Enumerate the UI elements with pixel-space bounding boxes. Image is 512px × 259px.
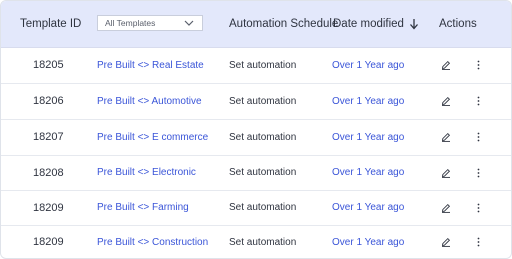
date-modified-cell: Over 1 Year ago: [332, 167, 405, 178]
template-id-cell: 18208: [33, 166, 64, 179]
more-options-button[interactable]: [473, 47, 483, 83]
table-header: Template ID All Templates Automation Sch…: [1, 1, 511, 48]
table-row: 18206 Pre Built <> Automotive Set automati…: [1, 83, 511, 120]
automation-schedule-cell[interactable]: Set automation: [229, 47, 296, 83]
automation-schedule-cell[interactable]: Set automation: [229, 119, 296, 155]
more-vertical-icon: [477, 203, 479, 212]
edit-button[interactable]: [440, 83, 452, 119]
more-options-button[interactable]: [473, 119, 483, 155]
chevron-down-icon: [184, 20, 194, 26]
automation-schedule-cell[interactable]: Set automation: [229, 83, 296, 119]
column-header-template-id[interactable]: Template ID: [20, 1, 81, 47]
more-options-button[interactable]: [473, 155, 483, 190]
template-id-cell: 18209: [33, 201, 64, 214]
template-name-link[interactable]: Pre Built <> Construction: [97, 225, 208, 258]
date-modified-cell: Over 1 Year ago: [332, 95, 405, 107]
pencil-icon: [441, 203, 451, 213]
template-id-cell: 18206: [33, 95, 64, 107]
table-row: 18209 Pre Built <> Farming Set automation O…: [1, 190, 511, 226]
table-row: 18207 Pre Built <> E commerce Set automati…: [1, 119, 511, 156]
pencil-icon: [441, 60, 451, 70]
pencil-icon: [441, 96, 451, 106]
template-name-link[interactable]: Pre Built <> Real Estate: [97, 47, 204, 83]
more-options-button[interactable]: [473, 190, 483, 225]
template-name-link[interactable]: Pre Built <> E commerce: [97, 119, 208, 155]
more-options-button[interactable]: [473, 225, 483, 258]
date-modified-cell: Over 1 Year ago: [332, 59, 405, 71]
pencil-icon: [441, 168, 451, 178]
edit-button[interactable]: [440, 155, 452, 190]
arrow-down-icon[interactable]: [409, 18, 419, 30]
automation-schedule-cell[interactable]: Set automation: [229, 225, 296, 258]
column-header-automation-schedule[interactable]: Automation Schedule: [229, 1, 338, 47]
date-modified-label: Date modified: [333, 18, 404, 30]
more-vertical-icon: [477, 237, 479, 247]
template-id-cell: 18209: [33, 236, 64, 248]
template-filter-value: All Templates: [105, 18, 156, 28]
date-modified-cell: Over 1 Year ago: [332, 202, 405, 213]
edit-button[interactable]: [440, 47, 452, 83]
edit-button[interactable]: [440, 119, 452, 155]
automation-schedule-cell[interactable]: Set automation: [229, 155, 296, 190]
edit-button[interactable]: [440, 190, 452, 225]
table-row: 18209 Pre Built <> Construction Set automa…: [1, 225, 511, 258]
automation-schedule-cell[interactable]: Set automation: [229, 190, 296, 225]
template-filter-dropdown[interactable]: All Templates: [97, 15, 203, 31]
more-vertical-icon: [477, 168, 479, 177]
more-options-button[interactable]: [473, 83, 483, 119]
template-name-link[interactable]: Pre Built <> Farming: [97, 190, 189, 225]
more-vertical-icon: [477, 132, 479, 142]
template-name-link[interactable]: Pre Built <> Automotive: [97, 83, 202, 119]
template-id-cell: 18207: [33, 131, 64, 143]
date-modified-cell: Over 1 Year ago: [332, 131, 405, 143]
date-modified-cell: Over 1 Year ago: [332, 236, 405, 248]
table-row: 18205 Pre Built <> Real Estate Set automat…: [1, 47, 511, 84]
templates-table: Template ID All Templates Automation Sch…: [0, 0, 512, 259]
pencil-icon: [441, 237, 451, 247]
edit-button[interactable]: [440, 225, 452, 258]
table-row: 18208 Pre Built <> Electronic Set automati…: [1, 155, 511, 191]
pencil-icon: [441, 132, 451, 142]
more-vertical-icon: [477, 60, 479, 70]
template-name-link[interactable]: Pre Built <> Electronic: [97, 155, 196, 190]
more-vertical-icon: [477, 96, 479, 106]
column-header-date-modified[interactable]: Date modified: [333, 1, 419, 47]
template-id-cell: 18205: [33, 59, 64, 71]
column-header-actions: Actions: [439, 18, 477, 30]
